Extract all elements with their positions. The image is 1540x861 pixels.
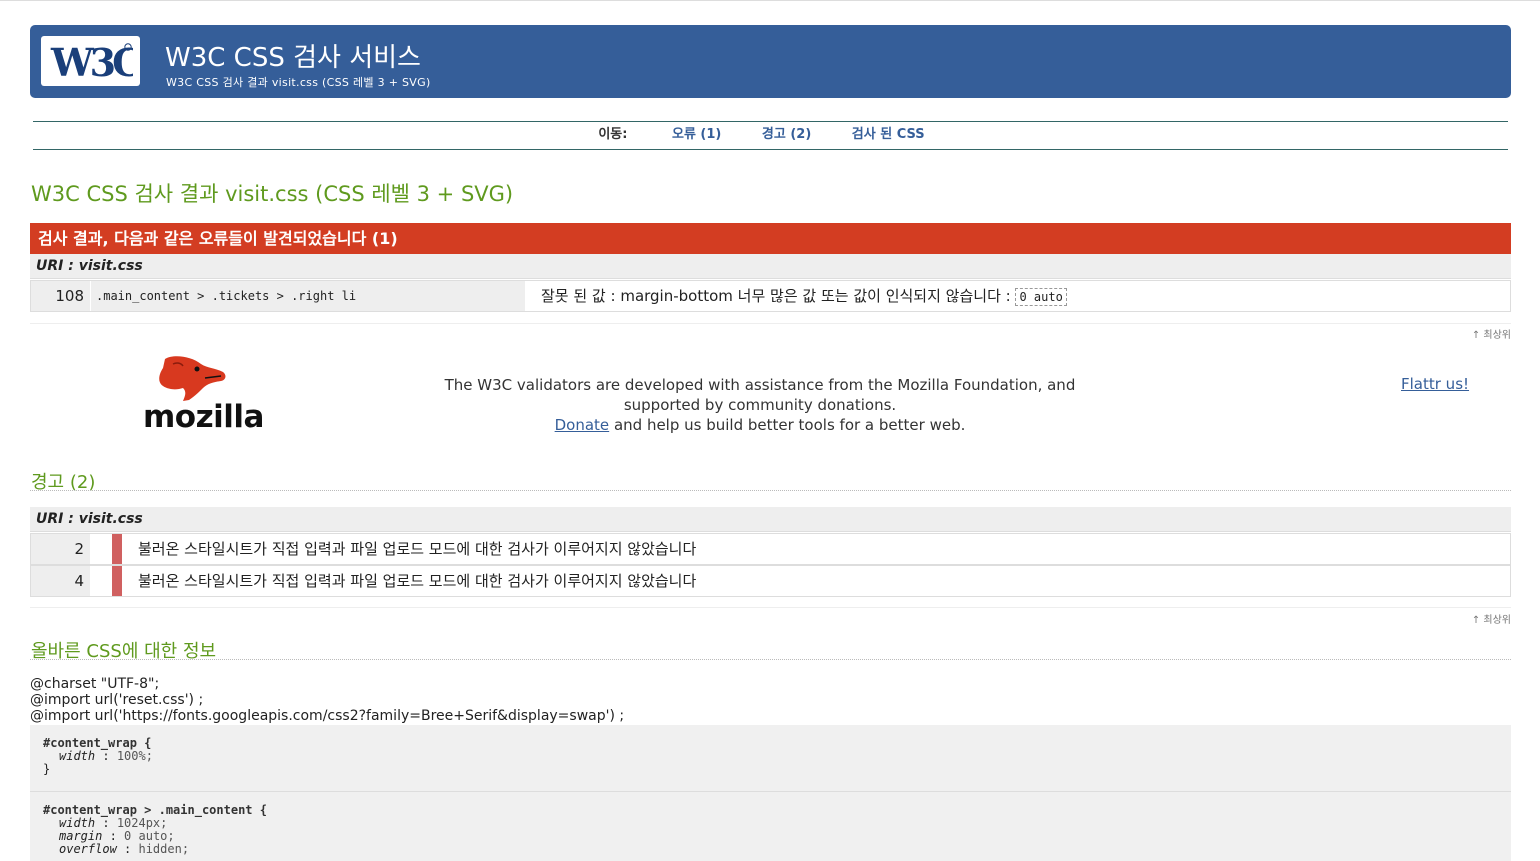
css-value: 1024px;	[116, 816, 168, 830]
flattr-link[interactable]: Flattr us!	[1401, 375, 1469, 393]
import-line: @import url('https://fonts.googleapis.co…	[30, 708, 625, 724]
support-message: The W3C validators are developed with as…	[410, 375, 1110, 435]
error-row: 108 .main_content > .tickets > .right li…	[30, 280, 1511, 312]
css-property: width	[59, 749, 96, 763]
back-to-top-link[interactable]: ↑ 최상위	[1472, 611, 1511, 626]
css-rule-block: #content_wrap { width : 100%; }	[30, 725, 1511, 791]
nav-link-validated-css[interactable]: 검사 된 CSS	[852, 127, 925, 142]
back-to-top-link[interactable]: ↑ 최상위	[1472, 326, 1511, 341]
jump-nav: 이동: 오류 (1) 경고 (2) 검사 된 CSS	[33, 121, 1508, 150]
css-property: margin	[59, 829, 103, 843]
header-banner: W3C W3C CSS 검사 서비스 W3C CSS 검사 결과 visit.c…	[30, 25, 1511, 98]
donate-link[interactable]: Donate	[555, 416, 610, 434]
warnings-uri: URI : visit.css	[30, 507, 1511, 532]
css-value: 0 auto;	[124, 829, 175, 843]
css-property: overflow	[59, 842, 117, 856]
divider	[30, 607, 1511, 608]
support-line-2: and help us build better tools for a bet…	[613, 416, 966, 434]
warning-line-number: 4	[31, 566, 90, 596]
support-line-1: The W3C validators are developed with as…	[444, 376, 1076, 414]
warning-level-bar	[112, 566, 122, 596]
svg-text:W3C: W3C	[50, 40, 133, 82]
error-line-number: 108	[31, 281, 90, 311]
import-line: @charset "UTF-8";	[30, 676, 160, 692]
css-imports: @charset "UTF-8"; @import url('reset.css…	[30, 676, 624, 724]
warning-message: 불러온 스타일시트가 직접 입력과 파일 업로드 모드에 대한 검사가 이루어지…	[138, 540, 697, 558]
css-rule-block: #content_wrap > .main_content { width : …	[30, 791, 1511, 861]
valid-css-title-rule	[30, 659, 1511, 660]
error-message-wrap: 잘못 된 값 : margin-bottom 너무 많은 값 또는 값이 인식되…	[541, 281, 1067, 312]
error-value: 0 auto	[1015, 288, 1067, 306]
nav-link-warnings[interactable]: 경고 (2)	[762, 127, 811, 142]
css-value: 100%;	[116, 749, 153, 763]
divider	[30, 323, 1511, 324]
css-selector: #content_wrap {	[43, 736, 152, 750]
warning-row: 2 불러온 스타일시트가 직접 입력과 파일 업로드 모드에 대한 검사가 이루…	[30, 533, 1511, 565]
import-line: @import url('reset.css') ;	[30, 692, 204, 708]
errors-uri: URI : visit.css	[30, 254, 1511, 279]
banner-title: W3C CSS 검사 서비스	[165, 43, 421, 73]
nav-label: 이동:	[598, 127, 628, 142]
css-selector: #content_wrap > .main_content {	[43, 803, 267, 817]
page-title: W3C CSS 검사 결과 visit.css (CSS 레벨 3 + SVG)	[31, 182, 514, 206]
nav-link-errors[interactable]: 오류 (1)	[672, 127, 721, 142]
warning-message: 불러온 스타일시트가 직접 입력과 파일 업로드 모드에 대한 검사가 이루어지…	[138, 572, 697, 590]
css-value: hidden;	[138, 842, 190, 856]
warnings-title-rule	[30, 490, 1511, 491]
error-message: 잘못 된 값 : margin-bottom 너무 많은 값 또는 값이 인식되…	[541, 287, 1011, 305]
w3c-logo-icon: W3C	[50, 40, 133, 82]
w3c-logo[interactable]: W3C	[41, 36, 140, 86]
css-property: width	[59, 816, 96, 830]
mozilla-wordmark: mozilla	[143, 399, 264, 435]
errors-header: 검사 결과, 다음과 같은 오류들이 발견되었습니다 (1)	[30, 223, 1511, 254]
warning-level-bar	[112, 534, 122, 564]
banner-subtitle: W3C CSS 검사 결과 visit.css (CSS 레벨 3 + SVG)	[166, 76, 431, 89]
error-context: .main_content > .tickets > .right li	[91, 281, 525, 311]
warning-row: 4 불러온 스타일시트가 직접 입력과 파일 업로드 모드에 대한 검사가 이루…	[30, 565, 1511, 597]
warning-line-number: 2	[31, 534, 90, 564]
css-rule-close: }	[43, 762, 51, 776]
